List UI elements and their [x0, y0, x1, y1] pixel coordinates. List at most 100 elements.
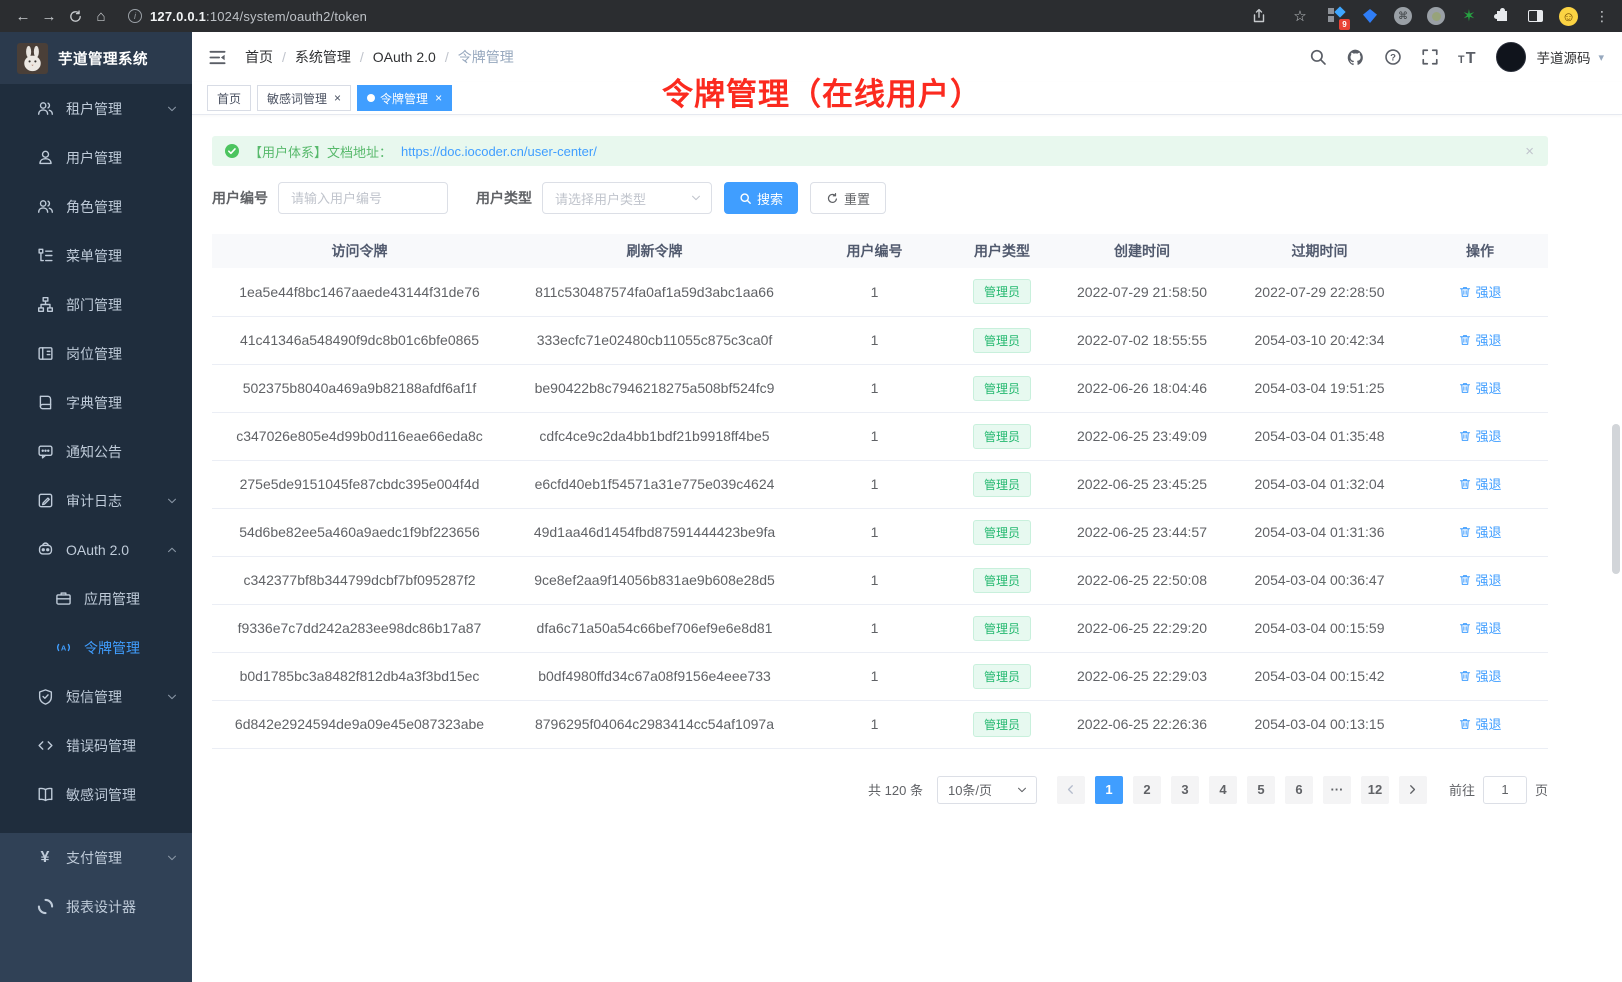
sidebar-item-notice[interactable]: 通知公告: [0, 427, 192, 476]
sidebar-item-pay[interactable]: ¥支付管理: [0, 833, 192, 882]
table-cell: 2054-03-10 20:42:34: [1227, 316, 1412, 364]
logo-rabbit-image: [17, 43, 48, 74]
doc-link[interactable]: https://doc.iocoder.cn/user-center/: [401, 144, 597, 159]
sidebar-item-menu[interactable]: 菜单管理: [0, 231, 192, 280]
shield-icon: [36, 688, 54, 705]
sidebar-item-audit-log[interactable]: 审计日志: [0, 476, 192, 525]
close-icon[interactable]: ×: [334, 91, 341, 105]
site-info-icon[interactable]: i: [128, 9, 142, 23]
table-cell: c347026e805e4d99b0d116eae66eda8c: [212, 412, 507, 460]
force-logout-button[interactable]: 强退: [1458, 570, 1501, 589]
force-logout-button[interactable]: 强退: [1458, 282, 1501, 301]
browser-menu-icon[interactable]: ⋮: [1593, 8, 1612, 25]
reload-icon[interactable]: [62, 3, 88, 29]
breadcrumb-item[interactable]: OAuth 2.0: [373, 49, 436, 65]
font-size-icon[interactable]: TT: [1458, 48, 1477, 67]
username[interactable]: 芋道源码: [1536, 47, 1590, 67]
sidebar-item-post[interactable]: 岗位管理: [0, 329, 192, 378]
user-type-select[interactable]: 请选择用户类型: [542, 182, 712, 214]
force-logout-button[interactable]: 强退: [1458, 426, 1501, 445]
caret-down-icon[interactable]: ▾: [1598, 51, 1604, 64]
page-button-12[interactable]: 12: [1361, 776, 1389, 804]
column-header: 过期时间: [1227, 234, 1412, 268]
table-cell: be90422b8c7946218275a508bf524fc9: [507, 364, 802, 412]
search-icon[interactable]: [1309, 48, 1327, 66]
share-icon[interactable]: [1246, 3, 1272, 29]
extension-puzzle-icon[interactable]: [1493, 7, 1511, 25]
user-id-input[interactable]: [278, 182, 448, 214]
address-bar[interactable]: i 127.0.0.1:1024/system/oauth2/token: [128, 9, 367, 24]
page-button-6[interactable]: 6: [1285, 776, 1313, 804]
force-logout-button[interactable]: 强退: [1458, 378, 1501, 397]
page-button-2[interactable]: 2: [1133, 776, 1161, 804]
table-cell: cdfc4ce9c2da4bb1bdf21b9918ff4be5: [507, 412, 802, 460]
table-cell: 2022-07-29 22:28:50: [1227, 268, 1412, 316]
tab-令牌管理[interactable]: 令牌管理×: [357, 85, 452, 111]
chevron-down-icon: [166, 691, 178, 703]
force-logout-button[interactable]: 强退: [1458, 618, 1501, 637]
extension-grid-icon[interactable]: 9: [1328, 7, 1346, 25]
breadcrumb-item[interactable]: 首页: [245, 47, 273, 67]
chat-icon: [36, 443, 54, 460]
sidebar-item-dept[interactable]: 部门管理: [0, 280, 192, 329]
sidebar-item-sensitive-word[interactable]: 敏感词管理: [0, 770, 192, 819]
tab-首页[interactable]: 首页: [207, 85, 251, 111]
sidebar-item-tenant[interactable]: 租户管理: [0, 84, 192, 133]
sidebar-item-oauth2-app[interactable]: 应用管理: [0, 574, 192, 623]
extension-star-icon[interactable]: ✶: [1460, 7, 1478, 25]
prev-page-button[interactable]: [1057, 776, 1085, 804]
side-panel-icon[interactable]: [1526, 7, 1544, 25]
sidebar-item-report[interactable]: 报表设计器: [0, 882, 192, 931]
extension-gem-icon[interactable]: [1361, 7, 1379, 25]
user-type-cell: 管理员: [947, 652, 1057, 700]
sidebar-item-oauth2-token[interactable]: A令牌管理: [0, 623, 192, 672]
sidebar-item-sms[interactable]: 短信管理: [0, 672, 192, 721]
svg-text:T: T: [1466, 48, 1476, 66]
alert-close-icon[interactable]: ×: [1525, 143, 1536, 160]
sidebar-fold-icon[interactable]: [204, 44, 231, 71]
svg-text:T: T: [1458, 53, 1465, 65]
page-button-5[interactable]: 5: [1247, 776, 1275, 804]
force-logout-button[interactable]: 强退: [1458, 714, 1501, 733]
tab-敏感词管理[interactable]: 敏感词管理×: [257, 85, 351, 111]
github-icon[interactable]: [1346, 48, 1365, 67]
extension-command-icon[interactable]: ⌘: [1394, 7, 1412, 25]
pagination: 共 120 条 10条/页 123456···12 前往 页: [212, 776, 1548, 804]
page-button-3[interactable]: 3: [1171, 776, 1199, 804]
sidebar-item-role[interactable]: 角色管理: [0, 182, 192, 231]
bookmark-star-icon[interactable]: ☆: [1287, 3, 1313, 29]
help-icon[interactable]: ?: [1384, 48, 1402, 66]
page-size-select[interactable]: 10条/页: [937, 776, 1037, 804]
sidebar-item-errcode[interactable]: 错误码管理: [0, 721, 192, 770]
column-header: 创建时间: [1057, 234, 1227, 268]
force-logout-button[interactable]: 强退: [1458, 330, 1501, 349]
next-page-button[interactable]: [1399, 776, 1427, 804]
sidebar-item-user[interactable]: 用户管理: [0, 133, 192, 182]
home-icon[interactable]: ⌂: [88, 3, 114, 29]
table-cell: 2022-06-25 22:50:08: [1057, 556, 1227, 604]
app-logo[interactable]: 芋道管理系统: [0, 32, 192, 84]
reset-button[interactable]: 重置: [810, 182, 886, 214]
force-logout-button[interactable]: 强退: [1458, 474, 1501, 493]
sidebar-item-oauth2[interactable]: OAuth 2.0: [0, 525, 192, 574]
forward-icon[interactable]: →: [36, 3, 62, 29]
page-ellipsis[interactable]: ···: [1323, 776, 1351, 804]
page-button-4[interactable]: 4: [1209, 776, 1237, 804]
fullscreen-icon[interactable]: [1421, 48, 1439, 66]
extension-record-icon[interactable]: [1427, 7, 1445, 25]
force-logout-button[interactable]: 强退: [1458, 666, 1501, 685]
page-button-1[interactable]: 1: [1095, 776, 1123, 804]
goto-label: 前往: [1449, 780, 1475, 799]
back-icon[interactable]: ←: [10, 3, 36, 29]
scrollbar-thumb[interactable]: [1612, 424, 1620, 574]
user-avatar[interactable]: [1496, 42, 1526, 72]
goto-page-input[interactable]: [1483, 776, 1527, 804]
force-logout-button[interactable]: 强退: [1458, 522, 1501, 541]
search-button[interactable]: 搜索: [724, 182, 798, 214]
close-icon[interactable]: ×: [435, 91, 442, 105]
table-cell: 1: [802, 700, 947, 748]
breadcrumb-item[interactable]: 系统管理: [295, 47, 351, 67]
profile-avatar[interactable]: ☺: [1559, 7, 1578, 26]
sidebar-item-dict[interactable]: 字典管理: [0, 378, 192, 427]
column-header: 操作: [1412, 234, 1548, 268]
